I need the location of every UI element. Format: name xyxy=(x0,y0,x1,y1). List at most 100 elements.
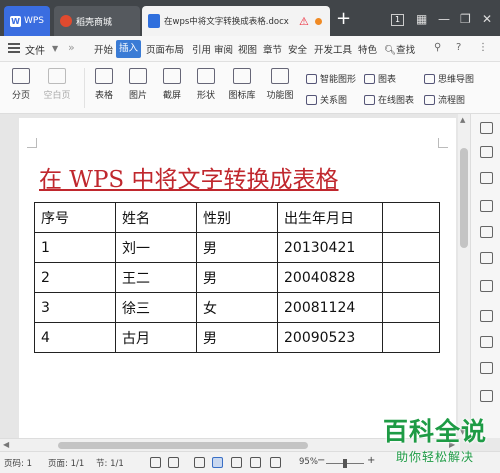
table-cell[interactable]: 姓名 xyxy=(115,202,197,233)
vertical-scroll-thumb[interactable] xyxy=(460,148,468,248)
help-icon[interactable]: ? xyxy=(456,42,461,53)
new-tab-button[interactable]: + xyxy=(336,10,351,28)
table-button[interactable]: 表格 xyxy=(90,68,118,101)
hand-icon[interactable] xyxy=(480,252,493,264)
page-indicator[interactable]: 页面: 1/1 xyxy=(48,457,84,469)
unsaved-dot-icon[interactable] xyxy=(314,17,322,25)
blank-page-button[interactable]: 空白页 xyxy=(40,68,74,101)
table-cell[interactable] xyxy=(382,202,440,233)
menu-start[interactable]: 开始 xyxy=(94,42,113,56)
page-code-label: 页码: 1 xyxy=(4,459,32,469)
zoom-level[interactable]: 95% xyxy=(299,457,318,467)
image-icon[interactable] xyxy=(480,390,493,402)
tab-wps-home[interactable]: W WPS xyxy=(4,6,50,36)
focus-mode-icon[interactable] xyxy=(150,457,161,468)
menu-security[interactable]: 安全 xyxy=(288,42,307,56)
sidebar-collapse-icon[interactable] xyxy=(480,122,493,134)
read-mode-icon[interactable] xyxy=(168,457,179,468)
write-mode-icon[interactable] xyxy=(270,457,281,468)
table-cell[interactable]: 1 xyxy=(34,232,116,263)
page-view-icon[interactable] xyxy=(212,457,223,468)
table-cell[interactable]: 20081124 xyxy=(277,292,383,323)
smart-graphic-button[interactable]: 智能图形 xyxy=(306,72,356,85)
flowchart-button[interactable]: 流程图 xyxy=(424,93,465,106)
table-cell[interactable] xyxy=(382,262,440,293)
function-chart-button[interactable]: 功能图 xyxy=(262,68,298,101)
table-cell[interactable]: 女 xyxy=(196,292,278,323)
hamburger-icon[interactable] xyxy=(8,43,20,45)
layers-icon[interactable] xyxy=(480,280,493,292)
icon-gallery-button[interactable]: 图标库 xyxy=(226,68,258,101)
menu-references[interactable]: 引用 xyxy=(192,42,211,56)
share-file-icon[interactable] xyxy=(480,310,493,322)
table-cell[interactable]: 男 xyxy=(196,262,278,293)
cursor-icon[interactable] xyxy=(480,172,493,184)
table-cell[interactable]: 男 xyxy=(196,232,278,263)
table-cell[interactable]: 出生年月日 xyxy=(277,202,383,233)
window-count-badge[interactable]: 1 xyxy=(391,14,404,26)
screenshot-button[interactable]: 截屏 xyxy=(158,68,186,101)
mind-map-button[interactable]: 思维导图 xyxy=(424,72,474,85)
online-chart-button[interactable]: 在线图表 xyxy=(364,93,414,106)
more-chevron-icon[interactable]: » xyxy=(68,41,75,54)
pen-icon[interactable] xyxy=(480,146,493,158)
zoom-out-button[interactable]: − xyxy=(317,455,325,466)
chart-button[interactable]: 图表 xyxy=(364,72,396,85)
close-icon[interactable]: ✕ xyxy=(482,12,492,26)
table-cell[interactable]: 徐三 xyxy=(115,292,197,323)
table-cell[interactable]: 王二 xyxy=(115,262,197,293)
translate-icon[interactable] xyxy=(480,336,493,348)
document-title[interactable]: 在 WPS 中将文字转换成表格 xyxy=(39,160,339,194)
outline-view-icon[interactable] xyxy=(231,457,242,468)
table-cell[interactable] xyxy=(382,232,440,263)
table-cell[interactable]: 男 xyxy=(196,322,278,353)
menu-page-layout[interactable]: 页面布局 xyxy=(146,42,184,56)
table-cell[interactable]: 序号 xyxy=(34,202,116,233)
minimize-icon[interactable]: — xyxy=(438,12,450,26)
table-cell[interactable]: 刘一 xyxy=(115,232,197,263)
table-cell[interactable]: 性别 xyxy=(196,202,278,233)
picture-button[interactable]: 图片 xyxy=(124,68,152,101)
skin-icon[interactable]: ▦ xyxy=(416,12,427,26)
table-cell[interactable]: 2 xyxy=(34,262,116,293)
adjust-icon[interactable] xyxy=(480,200,493,212)
shape-button[interactable]: 形状 xyxy=(192,68,220,101)
table-cell[interactable]: 20130421 xyxy=(277,232,383,263)
table-cell[interactable]: 20040828 xyxy=(277,262,383,293)
table-cell[interactable]: 20090523 xyxy=(277,322,383,353)
tab-document[interactable]: 在wps中将文字转换成表格.docx ⚠ xyxy=(142,6,330,36)
scroll-left-icon[interactable]: ◀ xyxy=(3,440,9,449)
table-cell[interactable]: 3 xyxy=(34,292,116,323)
table-cell[interactable]: 古月 xyxy=(115,322,197,353)
menu-view[interactable]: 视图 xyxy=(238,42,257,56)
file-menu[interactable]: 文件 xyxy=(25,42,45,57)
menu-insert[interactable]: 插入 xyxy=(116,40,142,58)
box-icon[interactable] xyxy=(480,362,493,374)
scroll-up-icon[interactable]: ▲ xyxy=(460,116,465,124)
table-cell[interactable]: 4 xyxy=(34,322,116,353)
share-icon[interactable]: ⚲ xyxy=(434,42,441,53)
word-doc-icon xyxy=(148,14,160,28)
style-icon[interactable] xyxy=(480,226,493,238)
menu-section[interactable]: 章节 xyxy=(263,42,282,56)
relation-chart-button[interactable]: 关系图 xyxy=(306,93,347,106)
web-view-icon[interactable] xyxy=(250,457,261,468)
eye-protect-icon[interactable] xyxy=(194,457,205,468)
online-chart-icon xyxy=(364,94,375,105)
menu-developer[interactable]: 开发工具 xyxy=(314,42,352,56)
table-cell[interactable] xyxy=(382,322,440,353)
search-button[interactable]: 🔍︎查找 xyxy=(384,42,415,56)
horizontal-scroll-thumb[interactable] xyxy=(58,442,308,449)
tab-docer-store[interactable]: 稻壳商城 xyxy=(54,6,140,36)
table-cell[interactable] xyxy=(382,292,440,323)
page-break-button[interactable]: 分页 xyxy=(8,68,34,101)
document-table[interactable]: 序号 姓名 性别 出生年月日 1 刘一男 20130421 2 王二男 20040828 3 徐三女 2… xyxy=(34,202,440,353)
maximize-icon[interactable]: ❐ xyxy=(460,12,471,26)
vertical-scrollbar[interactable]: ▲ ▼ xyxy=(458,114,470,438)
menu-review[interactable]: 审阅 xyxy=(214,42,233,56)
chevron-down-icon[interactable]: ▼ xyxy=(52,44,58,53)
document-page[interactable]: 在 WPS 中将文字转换成表格 序号 姓名 性别 出生年月日 1 刘一男 20130421 2… xyxy=(19,118,456,438)
zoom-slider-knob[interactable] xyxy=(343,459,347,468)
more-icon[interactable]: ⋮ xyxy=(478,42,488,53)
menu-features[interactable]: 特色 xyxy=(358,42,378,56)
